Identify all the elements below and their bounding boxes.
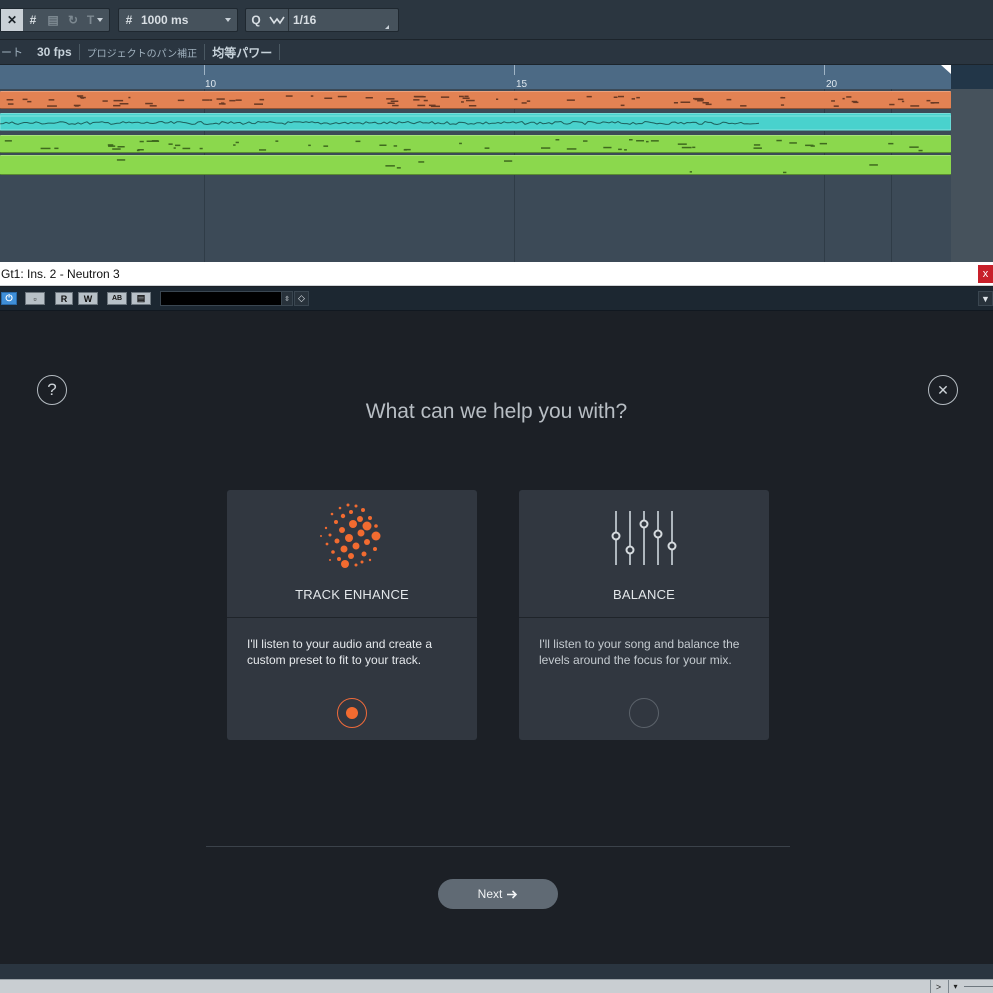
preset-stepper-icon[interactable]: ⇳ — [281, 291, 293, 306]
ab-compare-button[interactable]: AB — [107, 292, 127, 305]
info-bar: ート 30 fps プロジェクトのパン補正 均等パワー — [0, 40, 993, 65]
option-radio-track-enhance[interactable] — [337, 698, 367, 728]
cycle-icon[interactable]: ↻ — [63, 9, 83, 31]
faders-icon — [611, 511, 677, 565]
particle-sphere-icon — [320, 503, 381, 568]
card-description: I'll listen to your song and balance the… — [539, 637, 740, 667]
plugin-control-bar: ⏻ ▫ R W AB ▤ ⇳ ◇ ▼ — [0, 287, 993, 311]
quantize-group[interactable]: Q 1/16 — [245, 8, 399, 32]
chevron-down-icon[interactable]: ▼ — [978, 291, 993, 306]
option-card-track-enhance[interactable]: TRACK ENHANCE I'll listen to your audio … — [227, 490, 477, 740]
card-title: TRACK ENHANCE — [295, 587, 409, 602]
ruler-tick — [514, 65, 515, 75]
nudge-value: 1000 ms — [141, 13, 189, 27]
separator — [279, 44, 281, 60]
chevron-down-icon — [97, 18, 104, 22]
info-label: ート — [1, 47, 23, 59]
plugin-window-title: Gt1: Ins. 2 - Neutron 3 — [1, 267, 120, 281]
snap-group: ✕ # ▤ ↻ T — [0, 8, 110, 32]
zoom-slider[interactable] — [964, 986, 993, 987]
pan-law-label: プロジェクトのパン補正 — [86, 48, 198, 60]
track-lanes[interactable] — [0, 89, 951, 262]
frame-rate[interactable]: 30 fps — [30, 40, 79, 64]
window-close-button[interactable]: x — [978, 265, 993, 283]
ruler-tick — [824, 65, 825, 75]
assistant-heading: What can we help you with? — [365, 400, 628, 423]
power-icon[interactable]: ⏻ — [1, 292, 17, 305]
chevron-down-icon — [225, 18, 231, 22]
option-card-balance[interactable]: BALANCE I'll listen to your song and bal… — [519, 490, 769, 740]
grid-icon: # — [125, 13, 133, 27]
card-title: BALANCE — [612, 587, 676, 602]
track-empty-area — [951, 89, 993, 262]
quantize-button[interactable]: Q — [246, 9, 266, 31]
copy-settings-icon[interactable]: ▤ — [131, 292, 151, 305]
card-description: I'll listen to your audio and create a c… — [247, 637, 433, 667]
timeline-ruler[interactable]: 10 15 20 — [0, 65, 951, 90]
divider — [206, 846, 790, 847]
ruler-tick — [204, 65, 205, 75]
option-radio-balance[interactable] — [629, 698, 659, 728]
arrow-right-icon — [507, 889, 518, 899]
midi-clip[interactable] — [0, 135, 951, 153]
read-automation-button[interactable]: R — [55, 292, 73, 305]
plugin-title-bar[interactable]: Gt1: Ins. 2 - Neutron 3 — [0, 262, 993, 286]
preset-field[interactable] — [160, 291, 293, 306]
radio-selected-dot — [346, 707, 358, 719]
align-icon[interactable]: ▤ — [43, 9, 63, 31]
card-header: BALANCE — [519, 490, 769, 618]
project-end-marker-icon[interactable] — [941, 65, 951, 74]
nudge-group[interactable]: # 1000 ms — [118, 8, 238, 32]
pan-law-value[interactable]: 均等パワー — [205, 40, 279, 64]
text-tool-icon[interactable]: T — [83, 9, 107, 31]
resize-corner-icon — [385, 25, 389, 29]
next-button-label: Next — [477, 887, 503, 901]
quantize-value: 1/16 — [293, 13, 317, 27]
write-automation-button[interactable]: W — [78, 292, 98, 305]
preset-menu-icon[interactable]: ◇ — [294, 291, 309, 306]
panel-bottom-strip — [0, 964, 993, 979]
chevron-down-icon[interactable]: ▾ — [948, 980, 962, 993]
card-header: TRACK ENHANCE — [227, 490, 477, 618]
snap-x-icon[interactable]: ✕ — [1, 9, 23, 31]
midi-clip[interactable] — [0, 155, 951, 175]
next-button[interactable]: Next — [438, 879, 558, 909]
app-window: ✕ # ▤ ↻ T # 1000 ms Q 1/16 ート 30 fps プロジ… — [0, 0, 993, 993]
main-toolbar: ✕ # ▤ ↻ T # 1000 ms Q 1/16 — [0, 0, 993, 40]
audio-clip[interactable] — [0, 113, 951, 131]
wave-icon[interactable] — [266, 9, 288, 31]
chevron-right-icon[interactable]: > — [930, 980, 946, 993]
midi-clip[interactable] — [0, 91, 951, 109]
grid-icon[interactable]: # — [23, 9, 43, 31]
ruler-empty-area — [951, 65, 993, 89]
status-bar: > ▾ — [0, 979, 993, 993]
bypass-icon[interactable]: ▫ — [25, 292, 45, 305]
